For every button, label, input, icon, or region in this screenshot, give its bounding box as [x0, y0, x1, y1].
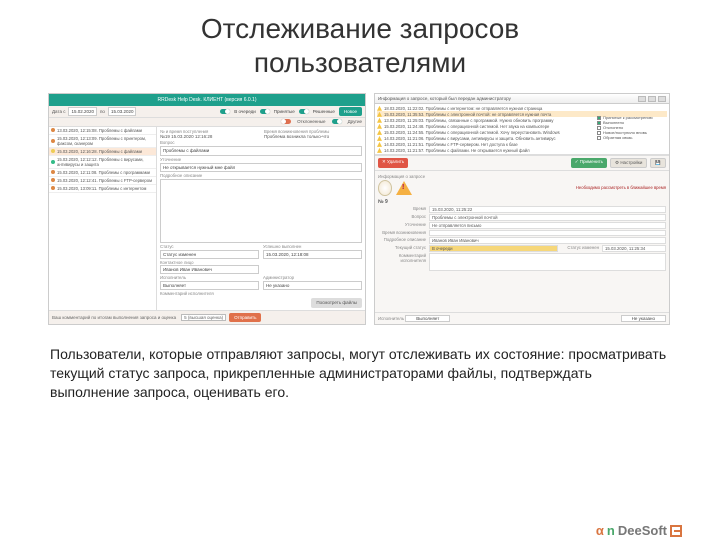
save-icon[interactable]: 💾	[650, 158, 666, 167]
list-item[interactable]: 15.03.2020, 12:12:41. Проблемы с FTP-сер…	[49, 177, 156, 185]
avatar-icon	[378, 180, 392, 196]
window-titlebar: Информация о запросе, который был переда…	[375, 94, 669, 104]
status-dot-icon	[51, 160, 55, 164]
warning-icon	[377, 130, 382, 135]
request-list[interactable]: 13.03.2020, 12:15:08. Проблемы с файлами…	[49, 127, 157, 326]
footer-executor: Выполняет	[405, 315, 450, 322]
rating-select[interactable]: 5 (высшая оценка)	[181, 314, 226, 321]
date-to[interactable]: 15.03.2020	[108, 107, 137, 116]
action-bar: ✕ Удалить ✓ Применить ⚙ Настройки 💾	[375, 155, 669, 170]
description-field[interactable]	[160, 179, 362, 243]
kv-status: В очереди	[429, 245, 558, 252]
executor-field: Выполняет	[160, 281, 259, 290]
footer-value: Не указано	[621, 315, 666, 322]
toolbar: Дата с 15.02.2020 по 15.03.2020 В очеред…	[49, 106, 365, 118]
toggle-other[interactable]	[332, 119, 342, 124]
list-item[interactable]: 15.03.2020, 12:11:08. Проблемы с програм…	[49, 169, 156, 177]
new-button[interactable]: Новое	[339, 107, 362, 116]
minimize-icon[interactable]	[638, 96, 646, 102]
filter-toggles: В очереди Принятые Решенные Новое	[220, 107, 362, 116]
filter-row2: Отклоненные Другие	[49, 118, 365, 126]
kv-subject: Проблемы с электронной почтой	[429, 214, 666, 221]
date-from[interactable]: 15.02.2020	[68, 107, 97, 116]
screenshot-client: RRDesk Help Desk. КЛИЕНТ (версия 6.0.1) …	[48, 93, 366, 325]
kv-time: 15.03.2020, 11:25:22	[429, 206, 666, 213]
toggle-queue[interactable]	[220, 109, 230, 114]
warning-icon	[377, 148, 382, 153]
view-files-button[interactable]: Посмотреть файлы	[311, 298, 362, 307]
kv-occur	[429, 230, 666, 235]
toggle-resolved[interactable]	[299, 109, 309, 114]
kv-comment[interactable]	[429, 253, 666, 271]
list-item[interactable]: 15.03.2020, 12:12:12. Проблемы с вирусам…	[49, 156, 156, 169]
kv-clarify: Не отправляется письмо	[429, 222, 666, 229]
warning-icon	[377, 112, 382, 117]
status-dot-icon	[51, 128, 55, 132]
warning-icon	[396, 181, 412, 195]
kv-changed: 15.03.2020, 11:25:34	[602, 245, 666, 252]
screenshots-row: RRDesk Help Desk. КЛИЕНТ (версия 6.0.1) …	[48, 93, 672, 325]
status-dot-icon	[51, 178, 55, 182]
issue-row[interactable]: 14.03.2020, 11:21:57. Проблемы с файлами…	[377, 147, 667, 153]
warning-icon	[377, 118, 382, 123]
toggle-accepted[interactable]	[260, 109, 270, 114]
toggle-rejected[interactable]	[281, 119, 291, 124]
list-item[interactable]: 15.03.2020, 13:09:11. Проблемы с интерне…	[49, 185, 156, 193]
settings-button[interactable]: ⚙ Настройки	[610, 158, 647, 167]
maximize-icon[interactable]	[648, 96, 656, 102]
request-number: № 9	[378, 199, 666, 205]
list-item[interactable]: 15.03.2020, 12:13:09. Проблемы с принтер…	[49, 135, 156, 148]
status-dot-icon	[51, 170, 55, 174]
done-field: 15.03.2020, 12:18:08	[263, 250, 362, 259]
logo-icon	[670, 525, 682, 537]
subject-field[interactable]: Проблемы с файлами	[160, 146, 362, 155]
status-dot-icon	[51, 186, 55, 190]
warning-icon	[377, 142, 382, 147]
warning-icon	[377, 124, 382, 129]
list-item[interactable]: 13.03.2020, 12:15:08. Проблемы с файлами	[49, 127, 156, 135]
status-dot-icon	[51, 149, 55, 153]
contact-field: Иванов Иван Иванович	[160, 265, 259, 274]
brand-logo: αnDeeSoft	[596, 523, 682, 538]
kv-desc: Иванов Иван Иванович	[429, 237, 666, 244]
window-titlebar: RRDesk Help Desk. КЛИЕНТ (версия 6.0.1)	[49, 94, 365, 106]
delete-button[interactable]: ✕ Удалить	[378, 158, 408, 167]
status-dot-icon	[51, 139, 55, 143]
legend: Принятые к рассмотрению Выполнено Отклон…	[597, 116, 667, 140]
slide-title: Отслеживание запросов пользователями	[0, 12, 720, 79]
admin-field: Не указано	[263, 281, 362, 290]
apply-button[interactable]: ✓ Применить	[571, 158, 607, 167]
warning-icon	[377, 136, 382, 141]
date-from-label: Дата с	[52, 109, 65, 114]
request-detail: № и время поступления №19 15.03.2020 12:…	[157, 127, 365, 326]
list-item[interactable]: 15.03.2020, 12:16:28. Проблемы с файлами	[49, 148, 156, 156]
footer: Ваш комментарий по итогам выполнения зап…	[49, 310, 365, 324]
status-field: Статус изменен	[160, 250, 259, 259]
close-icon[interactable]	[658, 96, 666, 102]
warning-icon	[377, 106, 382, 111]
request-info: Информация о запросе Необходимо рассмотр…	[375, 171, 669, 312]
send-button[interactable]: Отправить	[229, 313, 261, 322]
screenshot-admin: Информация о запросе, который был переда…	[374, 93, 670, 325]
date-to-label: по	[100, 109, 105, 114]
info-footer: Исполнитель Выполняет Не указано	[375, 312, 669, 324]
slide-description: Пользователи, которые отправляют запросы…	[50, 345, 670, 402]
clarify-field[interactable]: Не открывается нужный мне файл	[160, 163, 362, 172]
priority-note: Необходимо рассмотреть в ближайшее время	[416, 185, 666, 190]
